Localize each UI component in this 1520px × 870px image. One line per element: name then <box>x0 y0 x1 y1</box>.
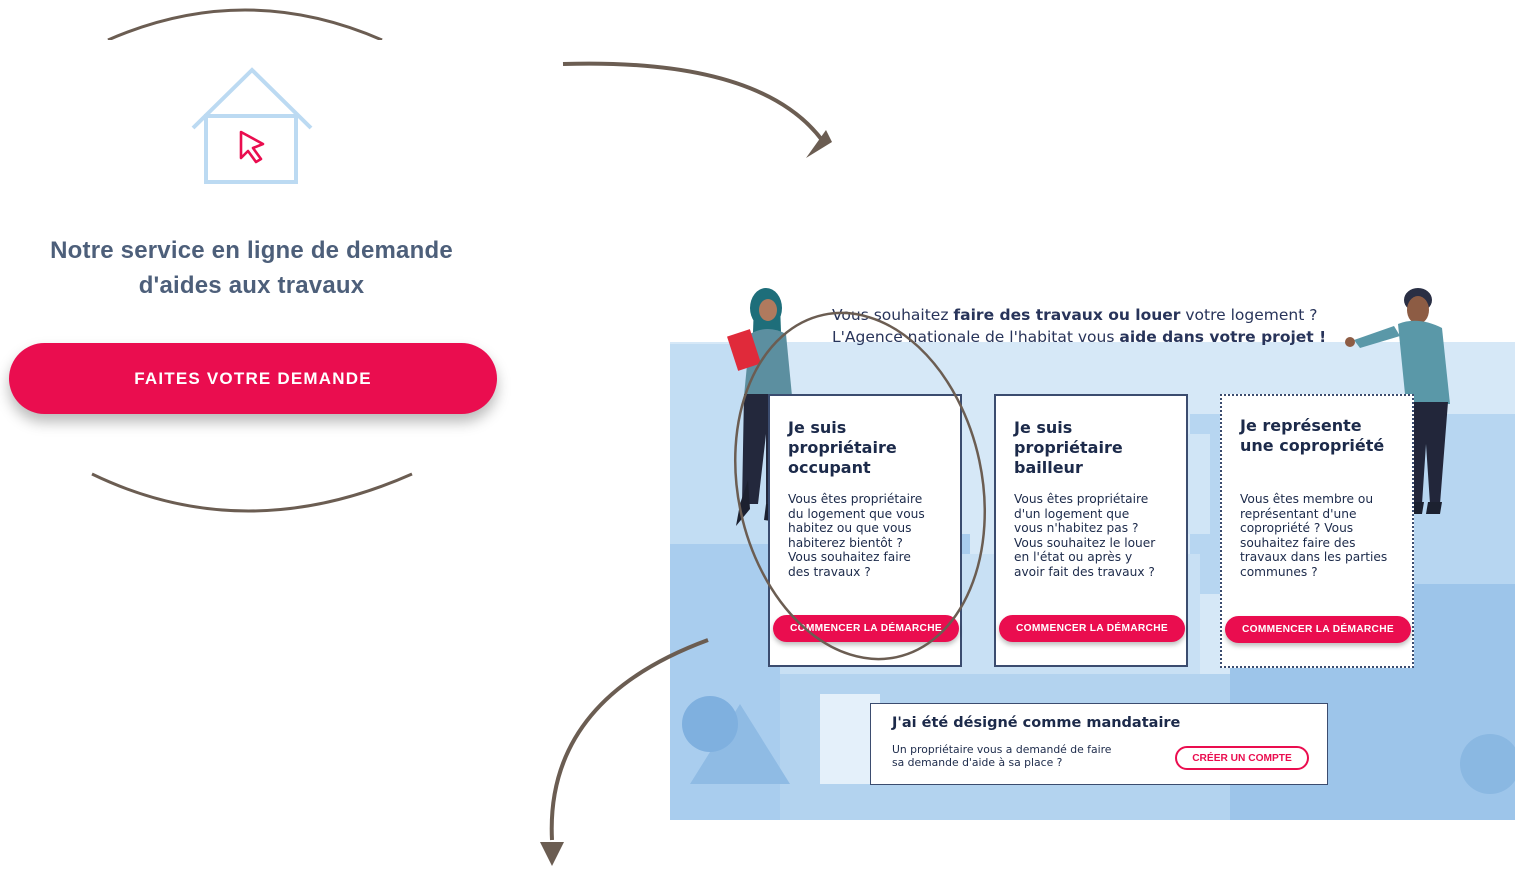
card-description-line: souhaitez faire des <box>1240 535 1356 550</box>
card-title-line: Je suis <box>788 418 847 437</box>
card-description-line: d'un logement que <box>1014 506 1130 521</box>
commencer-demarche-button-occupant[interactable]: COMMENCER LA DÉMARCHE <box>773 615 959 642</box>
arrow-to-next-step-head <box>540 842 564 866</box>
card-description-line: habitez ou que vous <box>788 521 912 535</box>
card-description-line: Vous êtes propriétaire <box>788 492 923 506</box>
intro-line-1-post: votre logement ? <box>1180 306 1318 324</box>
card-description: Vous êtes propriétaire d'un logement que… <box>1014 492 1174 579</box>
intro-line-2-pre: L'Agence nationale de l'habitat vous <box>832 328 1120 346</box>
card-description-line: Vous êtes membre ou <box>1240 492 1374 506</box>
card-description: Vous êtes membre ou représentant d'une c… <box>1240 492 1400 579</box>
card-title-line: Je suis <box>1014 418 1073 437</box>
card-description-line: représentant d'une <box>1240 506 1357 521</box>
left-zoom-panel: Notre service en ligne de demande d'aide… <box>0 0 510 520</box>
intro-line-2: L'Agence nationale de l'habitat vous aid… <box>832 326 1392 348</box>
card-proprietaire-bailleur[interactable]: Je suis propriétaire bailleur Vous êtes … <box>994 394 1188 667</box>
card-description-line: Vous souhaitez le louer <box>1014 535 1156 550</box>
card-description-line: vous n'habitez pas ? <box>1014 521 1139 535</box>
intro-line-1: Vous souhaitez faire des travaux ou loue… <box>832 304 1392 326</box>
card-description-line: du logement que vous <box>788 506 925 521</box>
card-title: Je suis propriétaire occupant <box>788 418 948 478</box>
zoom-circle-bottom-arc <box>91 472 413 513</box>
card-description-line: avoir fait des travaux ? <box>1014 564 1155 579</box>
card-description-line: Vous êtes propriétaire <box>1014 492 1149 506</box>
card-title-line: propriétaire <box>788 438 897 457</box>
card-title: Je suis propriétaire bailleur <box>1014 418 1174 478</box>
commencer-demarche-button-bailleur[interactable]: COMMENCER LA DÉMARCHE <box>999 615 1185 642</box>
card-description-line: Vous souhaitez faire <box>788 550 911 564</box>
mandataire-text-line: Un propriétaire vous a demandé de faire <box>892 743 1112 756</box>
house-cursor-icon <box>191 67 313 184</box>
card-description-line: des travaux ? <box>788 564 871 579</box>
arrow-to-homepage-head <box>806 130 832 158</box>
card-title: Je représente une copropriété <box>1240 416 1400 456</box>
intro-line-1-pre: Vous souhaitez <box>832 306 954 324</box>
card-title-line: une copropriété <box>1240 436 1385 455</box>
card-title-line: propriétaire <box>1014 438 1123 457</box>
card-copropriete[interactable]: Je représente une copropriété Vous êtes … <box>1220 394 1414 668</box>
mandataire-title: J'ai été désigné comme mandataire <box>892 715 1181 731</box>
card-title-line: bailleur <box>1014 458 1083 477</box>
intro-line-2-bold: aide dans votre projet ! <box>1119 328 1327 346</box>
card-description-line: communes ? <box>1240 564 1318 579</box>
service-title-line2: d'aides aux travaux <box>138 272 365 299</box>
service-title-line1: Notre service en ligne de demande <box>50 237 453 264</box>
hero-intro-text: Vous souhaitez faire des travaux ou loue… <box>832 304 1392 348</box>
card-description-line: copropriété ? Vous <box>1240 521 1354 535</box>
mandataire-text: Un propriétaire vous a demandé de faire … <box>892 743 1132 769</box>
card-description-line: en l'état ou après y <box>1014 550 1133 564</box>
arrow-to-homepage <box>562 61 824 142</box>
card-title-line: occupant <box>788 458 871 477</box>
mandataire-box: J'ai été désigné comme mandataire Un pro… <box>870 703 1328 785</box>
card-description: Vous êtes propriétaire du logement que v… <box>788 492 948 579</box>
card-description-line: travaux dans les parties <box>1240 550 1388 564</box>
card-proprietaire-occupant[interactable]: Je suis propriétaire occupant Vous êtes … <box>768 394 962 667</box>
commencer-demarche-button-copropriete[interactable]: COMMENCER LA DÉMARCHE <box>1225 616 1411 643</box>
service-title: Notre service en ligne de demande d'aide… <box>0 233 503 303</box>
mandataire-text-line: sa demande d'aide à sa place ? <box>892 756 1063 769</box>
zoom-circle-top-arc <box>60 8 460 60</box>
card-description-line: habiterez bientôt ? <box>788 535 903 550</box>
faites-votre-demande-button[interactable]: FAITES VOTRE DEMANDE <box>9 343 497 414</box>
intro-line-1-bold: faire des travaux ou louer <box>953 306 1181 324</box>
creer-un-compte-button[interactable]: CRÉER UN COMPTE <box>1175 746 1309 770</box>
homepage-hero-screenshot: Vous souhaitez faire des travaux ou loue… <box>670 264 1515 820</box>
card-title-line: Je représente <box>1240 416 1362 435</box>
